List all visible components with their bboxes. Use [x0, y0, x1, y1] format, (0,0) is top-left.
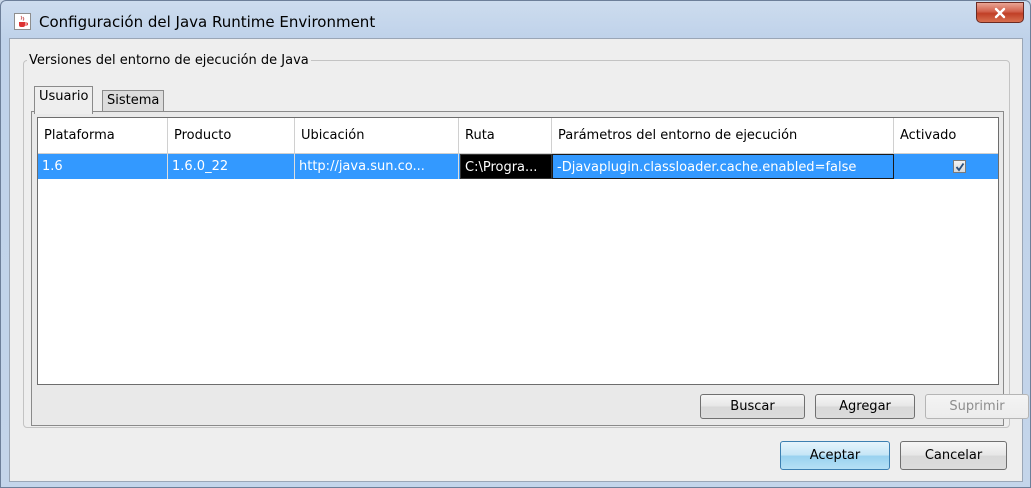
buscar-button[interactable]: Buscar	[700, 394, 805, 419]
column-header-parametros[interactable]: Parámetros del entorno de ejecución	[552, 118, 894, 153]
column-header-ruta[interactable]: Ruta	[459, 118, 552, 153]
tab-panel-usuario: Plataforma Producto Ubicación Ruta Parám…	[31, 111, 1029, 426]
tab-usuario[interactable]: Usuario	[34, 86, 94, 114]
column-header-activado[interactable]: Activado	[894, 118, 998, 153]
tab-sistema[interactable]: Sistema	[102, 90, 165, 111]
cell-plataforma[interactable]: 1.6	[38, 154, 168, 179]
column-header-ubicacion[interactable]: Ubicación	[295, 118, 459, 153]
cell-parametros[interactable]: -Djavaplugin.classloader.cache.enabled=f…	[552, 154, 894, 179]
column-header-producto[interactable]: Producto	[168, 118, 295, 153]
table-header: Plataforma Producto Ubicación Ruta Parám…	[38, 118, 998, 154]
group-legend: Versiones del entorno de ejecución de Ja…	[27, 53, 311, 68]
java-cup-icon	[14, 13, 31, 30]
jre-settings-window: Configuración del Java Runtime Environme…	[0, 0, 1031, 488]
close-button[interactable]	[976, 2, 1024, 23]
agregar-button[interactable]: Agregar	[815, 394, 915, 419]
cell-ruta[interactable]: C:\Progra...	[460, 154, 552, 179]
cell-activado[interactable]	[894, 154, 998, 179]
jre-table: Plataforma Producto Ubicación Ruta Parám…	[37, 117, 999, 385]
table-row[interactable]: 1.6 1.6.0_22 http://java.sun.co... C:\Pr…	[38, 154, 998, 179]
dialog-content: Versiones del entorno de ejecución de Ja…	[9, 38, 1029, 482]
aceptar-button[interactable]: Aceptar	[780, 441, 890, 470]
suprimir-button[interactable]: Suprimir	[925, 394, 1029, 419]
cell-producto[interactable]: 1.6.0_22	[168, 154, 295, 179]
cell-ubicacion[interactable]: http://java.sun.co...	[295, 154, 459, 179]
title-bar[interactable]: Configuración del Java Runtime Environme…	[1, 1, 1030, 38]
checkmark-icon	[955, 162, 964, 171]
column-header-plataforma[interactable]: Plataforma	[38, 118, 168, 153]
cancelar-button[interactable]: Cancelar	[900, 441, 1007, 470]
window-title: Configuración del Java Runtime Environme…	[39, 13, 376, 31]
enabled-checkbox[interactable]	[953, 160, 966, 173]
close-icon	[994, 7, 1006, 18]
